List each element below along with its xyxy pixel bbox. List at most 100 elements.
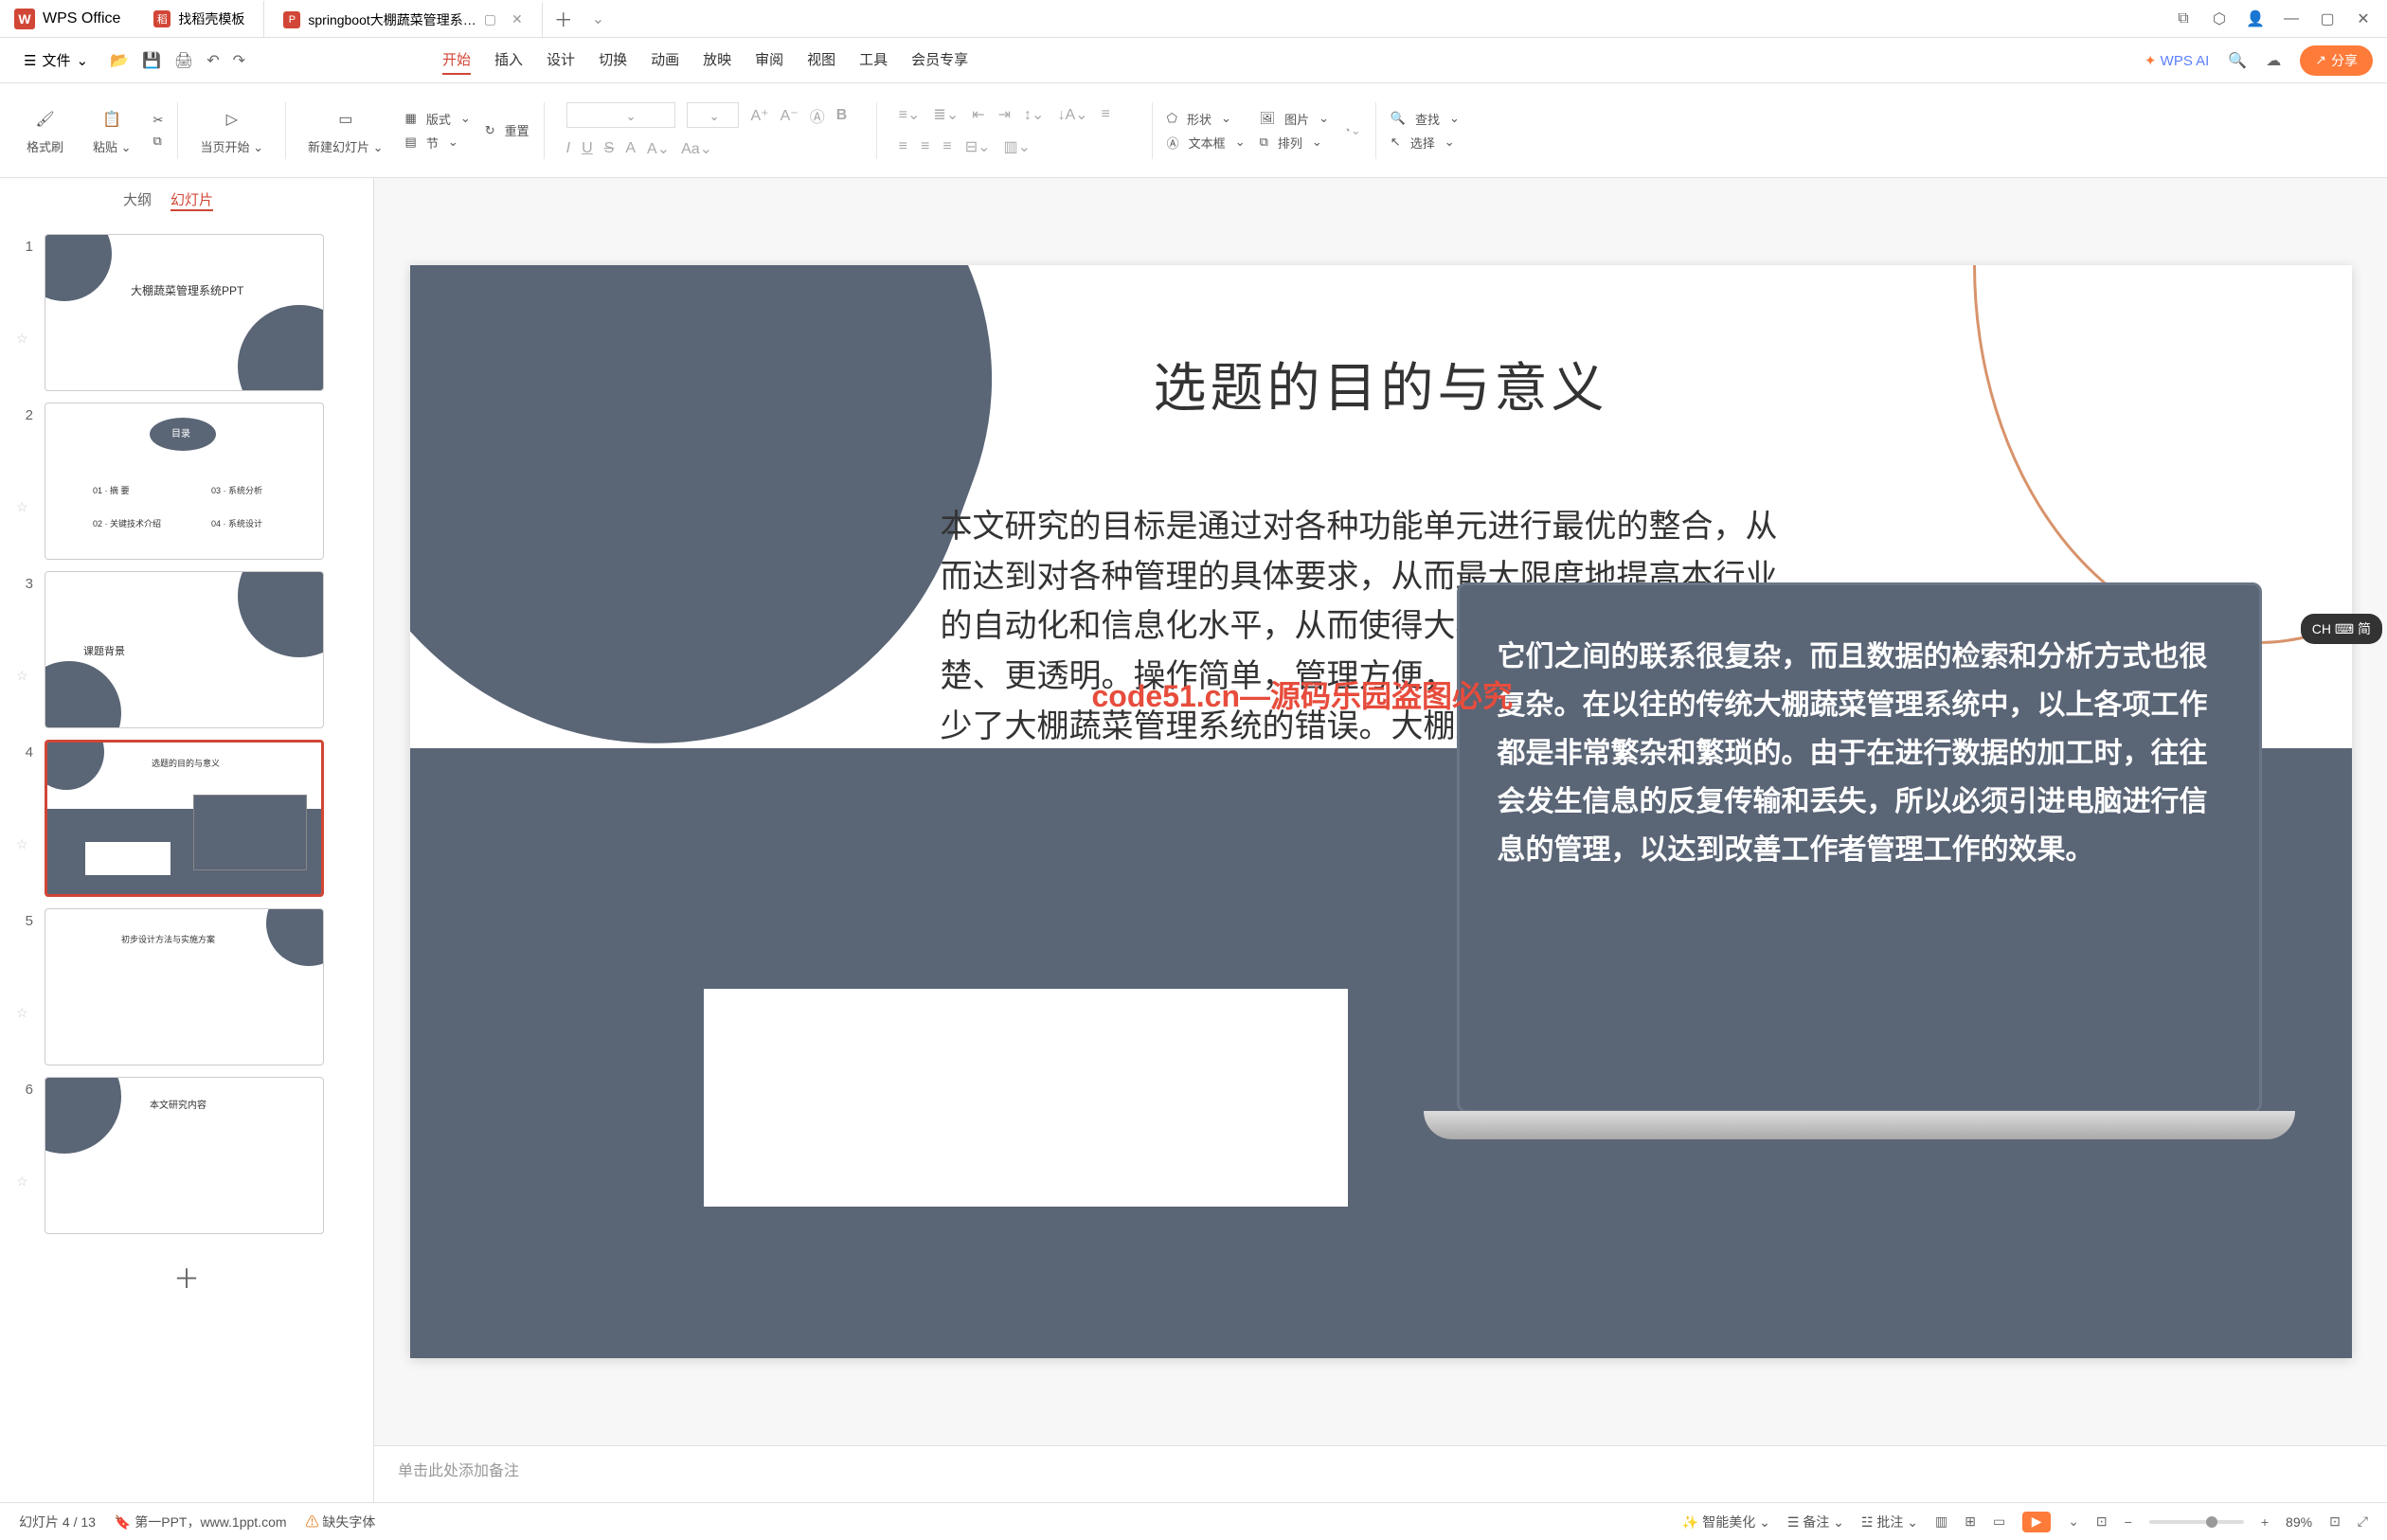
fill-button[interactable]: ◔⌄ (1343, 123, 1361, 138)
paste-button[interactable]: 📋 粘贴 ⌄ (85, 106, 139, 155)
bullets-button[interactable]: ≡⌄ (899, 105, 921, 124)
slide-title[interactable]: 选题的目的与意义 (1154, 346, 1608, 422)
print-icon[interactable]: 🖨 (174, 51, 193, 70)
font-size-select[interactable]: ⌄ (687, 102, 740, 128)
zoom-level[interactable]: 89% (2286, 1514, 2312, 1530)
missing-font-warning[interactable]: ⚠ 缺失字体 (306, 1513, 376, 1531)
cube-icon[interactable]: ⬡ (2210, 9, 2229, 28)
copy-icon[interactable]: ⧉ (2174, 9, 2193, 28)
maximize-button[interactable]: ▢ (2318, 9, 2337, 28)
italic-button[interactable]: I (566, 140, 570, 157)
template-source[interactable]: 🔖 第一PPT，www.1ppt.com (115, 1513, 287, 1531)
layout-button[interactable]: ▦ 版式 ⌄ (405, 110, 471, 128)
thumbnail-3[interactable]: 课题背景 (45, 571, 324, 728)
columns-button[interactable]: ▥⌄ (1004, 137, 1032, 156)
panel-tab-outline[interactable]: 大纲 (123, 189, 152, 211)
menu-tab-slideshow[interactable]: 放映 (703, 45, 731, 75)
numbering-button[interactable]: ≣⌄ (933, 105, 959, 124)
save-icon[interactable]: 💾 (142, 51, 161, 70)
reading-view-icon[interactable]: ▭ (1993, 1513, 2005, 1530)
new-slide-button[interactable]: ▭ 新建幻灯片 ⌄ (300, 106, 391, 155)
star-icon[interactable]: ☆ (16, 1098, 33, 1190)
laptop-graphic[interactable]: 它们之间的联系很复杂，而且数据的检索和分析方式也很复杂。在以往的传统大棚蔬菜管理… (1424, 582, 2295, 1189)
line-spacing-button[interactable]: ↕⌄ (1024, 105, 1044, 124)
align-left-button[interactable]: ≡ (1102, 106, 1110, 123)
indent-dec-button[interactable]: ⇤ (972, 105, 984, 124)
align-center-button[interactable]: ≡ (899, 138, 907, 155)
select-button[interactable]: ↖ 选择 ⌄ (1391, 134, 1460, 152)
share-button[interactable]: ↗分享 (2300, 45, 2373, 76)
align-right-button[interactable]: ≡ (921, 138, 929, 155)
undo-icon[interactable]: ↶ (206, 51, 219, 70)
indent-inc-button[interactable]: ⇥ (998, 105, 1011, 124)
increase-font-icon[interactable]: A⁺ (750, 106, 768, 125)
thumbnail-6[interactable]: 本文研究内容 (45, 1077, 324, 1234)
avatar-icon[interactable]: 👤 (2246, 9, 2265, 28)
add-tab-button[interactable]: ＋ (543, 5, 584, 32)
copy-button[interactable]: ⧉ (153, 134, 164, 149)
fit-icon[interactable]: ⊡ (2329, 1513, 2341, 1530)
white-placeholder[interactable] (704, 989, 1348, 1207)
menu-tab-animation[interactable]: 动画 (651, 45, 679, 75)
thumbnail-2[interactable]: 目录 01 · 摘 要 03 · 系统分析 02 · 关键技术介绍 04 · 系… (45, 403, 324, 560)
arrange-button[interactable]: ⧉ 排列 ⌄ (1260, 134, 1329, 152)
text-dir-button[interactable]: ↓A⌄ (1057, 105, 1087, 124)
review-toggle[interactable]: ☳ 批注 ⌄ (1861, 1513, 1918, 1531)
thumbnail-1[interactable]: 大棚蔬菜管理系统PPT (45, 234, 324, 391)
picture-button[interactable]: 🖼 图片 ⌄ (1260, 110, 1329, 128)
valign-button[interactable]: ⊟⌄ (965, 137, 991, 156)
beautify-button[interactable]: ✨ 智能美化 ⌄ (1682, 1513, 1770, 1531)
decrease-font-icon[interactable]: A⁻ (781, 106, 799, 125)
search-icon[interactable]: 🔍 (2228, 51, 2247, 70)
format-painter-button[interactable]: 🖌 格式刷 (19, 106, 71, 155)
slideshow-button[interactable]: ▶ (2022, 1512, 2051, 1532)
zoom-in-button[interactable]: + (2261, 1514, 2269, 1530)
font-color-button[interactable]: A⌄ (647, 139, 670, 158)
section-button[interactable]: ▤ 节 ⌄ (405, 134, 471, 152)
menu-tab-insert[interactable]: 插入 (494, 45, 523, 75)
grid-icon[interactable]: ⊡ (2096, 1513, 2108, 1530)
thumbnail-4[interactable]: 选题的目的与意义 (45, 740, 324, 897)
bold-button[interactable]: B (836, 107, 848, 124)
open-icon[interactable]: 📂 (110, 51, 129, 70)
tab-current-file[interactable]: P springboot大棚蔬菜管理系… ▢ ✕ (264, 1, 542, 37)
menu-tab-tools[interactable]: 工具 (859, 45, 888, 75)
menu-tab-view[interactable]: 视图 (807, 45, 835, 75)
file-menu[interactable]: ☰ 文件 ⌄ (14, 46, 98, 74)
cut-button[interactable]: ✂ (153, 113, 164, 128)
star-icon[interactable]: ☆ (16, 761, 33, 852)
dropdown-icon[interactable]: ⌄ (592, 9, 604, 28)
menu-tab-start[interactable]: 开始 (442, 45, 471, 75)
strike-button[interactable]: S (604, 140, 615, 157)
star-icon[interactable]: ☆ (16, 929, 33, 1021)
tab-template-store[interactable]: 稻 找稻壳模板 (135, 1, 264, 37)
star-icon[interactable]: ☆ (16, 423, 33, 515)
close-icon[interactable]: ✕ (512, 11, 523, 27)
close-button[interactable]: ✕ (2354, 9, 2373, 28)
textbox-button[interactable]: Ⓐ 文本框 ⌄ (1167, 134, 1246, 152)
sorter-view-icon[interactable]: ⊞ (1965, 1513, 1976, 1530)
panel-tab-slides[interactable]: 幻灯片 (170, 189, 213, 211)
menu-tab-design[interactable]: 设计 (547, 45, 575, 75)
zoom-slider[interactable] (2149, 1520, 2244, 1524)
notes-area[interactable]: 单击此处添加备注 (374, 1445, 2387, 1502)
clear-format-icon[interactable]: Ⓐ (810, 104, 825, 127)
notes-toggle[interactable]: ☰ 备注 ⌄ (1787, 1513, 1844, 1531)
menu-tab-transition[interactable]: 切换 (599, 45, 627, 75)
font-select[interactable]: ⌄ (566, 102, 675, 128)
dropdown-icon[interactable]: ⌄ (2068, 1513, 2079, 1530)
slide-viewport[interactable]: 选题的目的与意义 本文研究的目标是通过对各种功能单元进行最优的整合，从而达到对各… (374, 178, 2387, 1445)
cloud-icon[interactable]: ☁ (2266, 51, 2281, 70)
thumbnail-5[interactable]: 初步设计方法与实施方案 (45, 908, 324, 1065)
shape-button[interactable]: ⬠ 形状 ⌄ (1167, 110, 1246, 128)
wps-ai-button[interactable]: ✦ WPS AI (2145, 52, 2209, 69)
star-icon[interactable]: ☆ (16, 592, 33, 684)
reset-button[interactable]: ↻ 重置 (485, 121, 529, 139)
find-button[interactable]: 🔍 查找 ⌄ (1391, 110, 1460, 128)
slide-canvas[interactable]: 选题的目的与意义 本文研究的目标是通过对各种功能单元进行最优的整合，从而达到对各… (410, 265, 2352, 1358)
underline-button[interactable]: U (582, 140, 593, 157)
minimize-button[interactable]: — (2282, 9, 2301, 28)
expand-icon[interactable]: ⤢ (2358, 1513, 2368, 1530)
add-slide-button[interactable]: ＋ (0, 1240, 373, 1316)
case-button[interactable]: Aa⌄ (681, 139, 712, 158)
